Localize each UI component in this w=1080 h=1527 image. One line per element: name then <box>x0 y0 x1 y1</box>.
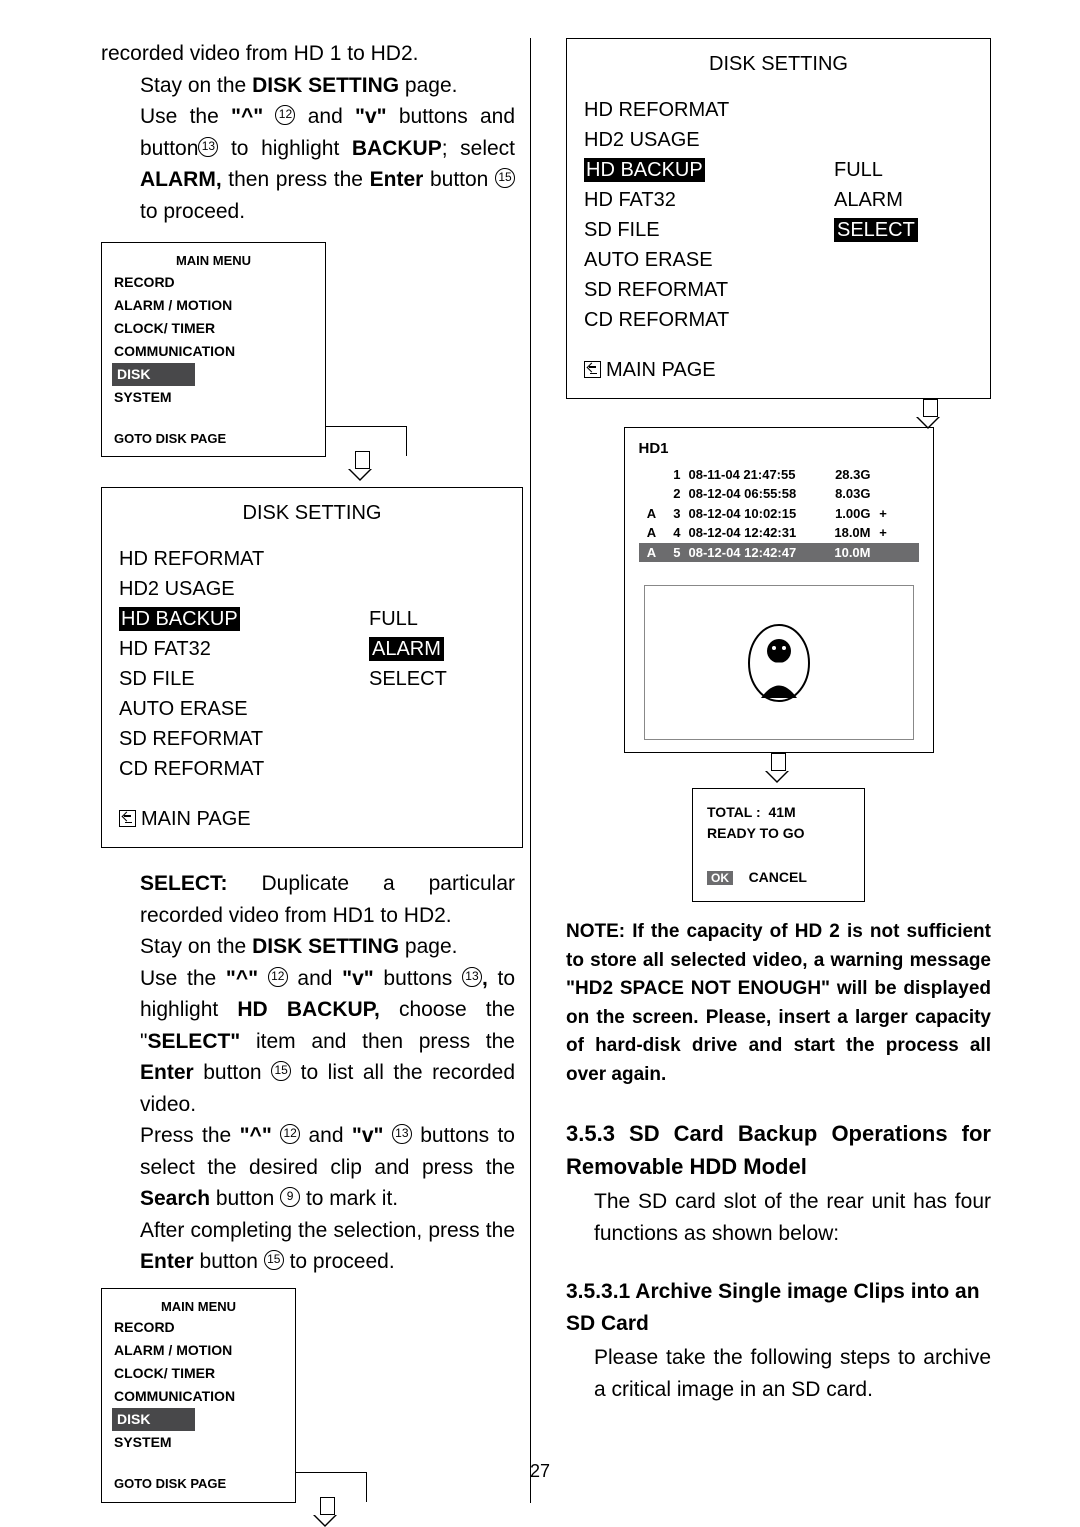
preview-image-area <box>644 585 914 740</box>
note-text: NOTE: If the capacity of HD 2 is not suf… <box>566 918 991 1089</box>
section-title: 3.5.3 SD Card Backup Operations for Remo… <box>566 1117 991 1183</box>
main-page-link: MAIN PAGE <box>119 804 505 834</box>
back-icon <box>584 361 601 378</box>
menu-item-record: RECORD <box>114 271 313 294</box>
disk-row: CD REFORMAT <box>584 305 973 335</box>
menu-goto-disk: GOTO DISK PAGE <box>114 429 313 449</box>
disk-row: AUTO ERASE <box>119 694 505 724</box>
result-box: TOTAL : 41M READY TO GO OK CANCEL <box>692 788 865 902</box>
step-use-buttons-2: Use the "^" 12 and "v" buttons 13, to hi… <box>140 963 515 1121</box>
disk-row: SD FILESELECT <box>584 215 973 245</box>
menu-item-communication: COMMUNICATION <box>114 340 313 363</box>
menu-item-disk: DISK <box>112 1408 195 1431</box>
hd1-title: HD1 <box>639 438 919 461</box>
total-line: TOTAL : 41M <box>707 802 850 823</box>
button-15-icon: 15 <box>495 168 515 188</box>
menu-item-clock: CLOCK/ TIMER <box>114 317 313 340</box>
button-12-icon: 12 <box>275 105 295 125</box>
menu-item-system: SYSTEM <box>114 386 313 409</box>
step-use-buttons: Use the "^" 12 and "v" buttons and butto… <box>140 101 515 227</box>
hd1-listing-box: HD1 108-11-04 21:47:5528.3G 208-12-04 06… <box>624 427 934 753</box>
button-15-icon: 15 <box>271 1061 291 1081</box>
arrow-down-icon <box>920 399 940 429</box>
intro-text: recorded video from HD 1 to HD2. <box>101 38 515 70</box>
ok-button: OK <box>707 871 733 885</box>
disk-row: HD2 USAGE <box>119 574 505 604</box>
menu-item-alarm: ALARM / MOTION <box>114 1339 283 1362</box>
button-9-icon: 9 <box>280 1187 300 1207</box>
disk-row: HD FAT32ALARM <box>584 185 973 215</box>
main-menu-title: MAIN MENU <box>114 1297 283 1317</box>
disk-row: HD FAT32ALARM <box>119 634 505 664</box>
disk-setting-title: DISK SETTING <box>584 49 973 79</box>
step-stay-page: Stay on the DISK SETTING page. <box>140 70 515 102</box>
disk-setting-box-left: DISK SETTING HD REFORMAT HD2 USAGE HD BA… <box>101 487 523 848</box>
hd1-row: A408-12-04 12:42:3118.0M+ <box>639 523 919 543</box>
hd1-row: 108-11-04 21:47:5528.3G <box>639 465 919 485</box>
disk-row: SD REFORMAT <box>119 724 505 754</box>
button-13-icon: 13 <box>462 967 482 987</box>
menu-item-record: RECORD <box>114 1316 283 1339</box>
select-desc: SELECT: Duplicate a particular recorded … <box>140 868 515 931</box>
step-stay-page-2: Stay on the DISK SETTING page. <box>140 931 515 963</box>
menu-item-system: SYSTEM <box>114 1431 283 1454</box>
disk-row: HD2 USAGE <box>584 125 973 155</box>
disk-row: SD FILESELECT <box>119 664 505 694</box>
main-menu-title: MAIN MENU <box>114 251 313 271</box>
disk-setting-box-right: DISK SETTING HD REFORMAT HD2 USAGE HD BA… <box>566 38 991 399</box>
section-body: The SD card slot of the rear unit has fo… <box>566 1186 991 1249</box>
arrow-down-icon <box>352 451 372 481</box>
cancel-button: CANCEL <box>749 869 807 885</box>
result-buttons: OK CANCEL <box>707 867 850 888</box>
step-enter: After completing the selection, press th… <box>140 1215 515 1278</box>
menu-item-clock: CLOCK/ TIMER <box>114 1362 283 1385</box>
menu-item-alarm: ALARM / MOTION <box>114 294 313 317</box>
disk-row: HD REFORMAT <box>119 544 505 574</box>
menu-item-disk: DISK <box>112 363 195 386</box>
back-icon <box>119 810 136 827</box>
disk-row: AUTO ERASE <box>584 245 973 275</box>
button-13-icon: 13 <box>392 1124 412 1144</box>
disk-row: CD REFORMAT <box>119 754 505 784</box>
disk-setting-title: DISK SETTING <box>119 498 505 528</box>
button-13-icon: 13 <box>198 137 218 157</box>
page-number: 27 <box>0 1458 1080 1485</box>
arrow-down-icon <box>317 1497 337 1527</box>
disk-row: SD REFORMAT <box>584 275 973 305</box>
button-12-icon: 12 <box>268 967 288 987</box>
arrow-down-icon <box>769 753 789 783</box>
status-line: READY TO GO <box>707 823 850 844</box>
subsection-body: Please take the following steps to archi… <box>566 1342 991 1405</box>
menu-item-communication: COMMUNICATION <box>114 1385 283 1408</box>
button-12-icon: 12 <box>280 1124 300 1144</box>
disk-row-selected: HD BACKUPFULL <box>119 604 505 634</box>
hd1-row: A308-12-04 10:02:151.00G+ <box>639 504 919 524</box>
subsection-title: 3.5.3.1 Archive Single image Clips into … <box>566 1276 991 1339</box>
step-press-buttons: Press the "^" 12 and "v" 13 buttons to s… <box>140 1120 515 1215</box>
main-page-link: MAIN PAGE <box>584 355 973 385</box>
button-15-icon: 15 <box>264 1250 284 1270</box>
disk-row: HD REFORMAT <box>584 95 973 125</box>
hd1-row-selected: A508-12-04 12:42:4710.0M <box>639 543 919 563</box>
disk-row-selected: HD BACKUPFULL <box>584 155 973 185</box>
main-menu-box: MAIN MENU RECORD ALARM / MOTION CLOCK/ T… <box>101 242 326 457</box>
portrait-icon <box>746 623 812 703</box>
hd1-row: 208-12-04 06:55:588.03G <box>639 484 919 504</box>
